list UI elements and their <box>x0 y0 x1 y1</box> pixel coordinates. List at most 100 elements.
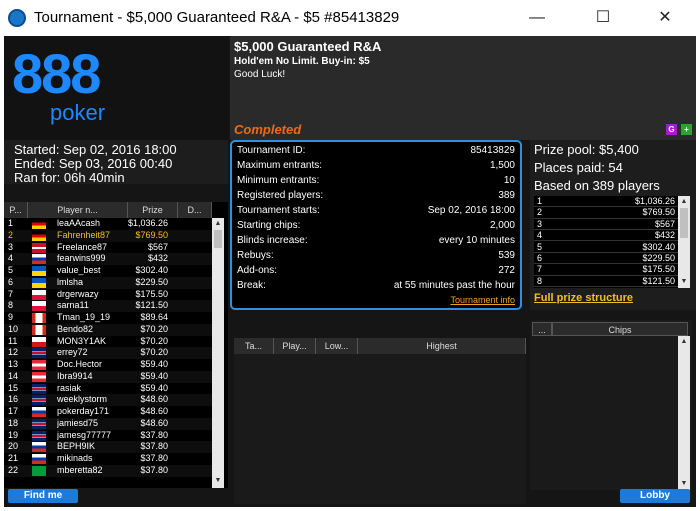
player-prize: $70.20 <box>140 335 168 346</box>
player-rank: 10 <box>8 323 19 334</box>
scroll-thumb[interactable] <box>214 230 222 248</box>
scroll-up-icon[interactable]: ▲ <box>680 198 688 206</box>
player-row[interactable]: 5 value_best $302.40 <box>4 265 212 277</box>
player-rank: 12 <box>8 347 19 358</box>
col-players[interactable]: Play... <box>274 338 316 354</box>
player-name: jamiesd75 <box>57 417 99 428</box>
player-row[interactable]: 11 MON3Y1AK $70.20 <box>4 336 212 348</box>
col-position[interactable]: P... <box>4 202 28 218</box>
player-prize: $37.80 <box>140 441 168 452</box>
player-row[interactable]: 12 errey72 $70.20 <box>4 347 212 359</box>
player-row[interactable]: 8 sarna11 $121.50 <box>4 300 212 312</box>
scroll-down-icon[interactable]: ▼ <box>680 480 688 488</box>
scroll-up-icon[interactable]: ▲ <box>680 338 688 346</box>
player-rank: 16 <box>8 394 19 405</box>
player-name: MON3Y1AK <box>57 335 107 346</box>
player-row[interactable]: 3 Freelance87 $567 <box>4 242 212 254</box>
ran-for: Ran for: 06h 40min <box>14 170 125 185</box>
scroll-thumb[interactable] <box>680 208 688 238</box>
player-name: Fahrenheit87 <box>57 229 111 240</box>
player-row[interactable]: 14 Ibra9914 $59.40 <box>4 370 212 383</box>
maximize-button[interactable]: ☐ <box>580 4 626 32</box>
status-completed: Completed <box>234 122 302 137</box>
col-player-name[interactable]: Player n... <box>28 202 128 218</box>
prize-amount: $175.50 <box>642 264 675 275</box>
country-flag-icon <box>32 277 46 288</box>
country-flag-icon <box>32 383 46 394</box>
player-row[interactable]: 1 leaAAcash $1,036.26 <box>4 218 212 230</box>
prize-row: 1 $1,036.26 <box>534 196 678 208</box>
country-flag-icon <box>32 395 46 406</box>
player-prize: $70.20 <box>140 323 168 334</box>
spade-app-icon <box>8 9 26 27</box>
info-label: Maximum entrants: <box>237 160 323 171</box>
info-row: Maximum entrants: 1,500 <box>237 160 515 174</box>
prize-row: 7 $175.50 <box>534 264 678 276</box>
minimize-button[interactable]: — <box>514 4 560 32</box>
prize-row: 3 $567 <box>534 219 678 231</box>
tournament-info-link[interactable]: Tournament info <box>450 295 515 305</box>
player-name: BEPH9IK <box>57 441 96 452</box>
player-row[interactable]: 4 fearwins999 $432 <box>4 253 212 265</box>
prize-scrollbar[interactable]: ▲ ▼ <box>678 196 690 288</box>
player-row[interactable]: 10 Bendo82 $70.20 <box>4 323 212 336</box>
country-flag-icon <box>32 336 46 347</box>
player-row[interactable]: 22 mberetta82 $37.80 <box>4 464 212 477</box>
full-prize-structure-link[interactable]: Full prize structure <box>534 292 633 304</box>
player-row[interactable]: 15 rasiak $59.40 <box>4 383 212 395</box>
player-rank: 5 <box>8 265 14 275</box>
info-label: Rebuys: <box>237 250 274 261</box>
col-chips[interactable]: Chips <box>552 322 688 336</box>
plus-button[interactable]: + <box>681 124 692 135</box>
player-row[interactable]: 19 jamesg77777 $37.80 <box>4 430 212 442</box>
player-name: mikinads <box>57 453 93 463</box>
scroll-down-icon[interactable]: ▼ <box>214 477 222 485</box>
close-button[interactable]: ✕ <box>642 4 688 32</box>
col-lowest[interactable]: Low... <box>316 338 358 354</box>
player-prize: $175.50 <box>135 288 168 299</box>
prize-row: 8 $121.50 <box>534 275 678 288</box>
prize-amount: $121.50 <box>642 275 675 286</box>
lobby-button[interactable]: Lobby <box>620 489 690 503</box>
player-rank: 13 <box>8 359 19 369</box>
country-flag-icon <box>32 348 46 359</box>
player-row[interactable]: 9 Tman_19_19 $89.64 <box>4 312 212 324</box>
chips-scrollbar[interactable]: ▲ ▼ <box>678 336 690 490</box>
col-d[interactable]: D... <box>178 202 212 218</box>
info-row: Break: at 55 minutes past the hour <box>237 280 515 294</box>
player-row[interactable]: 2 Fahrenheit87 $769.50 <box>4 229 212 242</box>
scroll-down-icon[interactable]: ▼ <box>680 278 688 286</box>
info-value: 272 <box>498 265 515 276</box>
player-row[interactable]: 21 mikinads $37.80 <box>4 453 212 465</box>
player-row[interactable]: 20 BEPH9IK $37.80 <box>4 441 212 453</box>
player-row[interactable]: 16 weeklystorm $48.60 <box>4 394 212 406</box>
col-table[interactable]: Ta... <box>234 338 274 354</box>
scroll-up-icon[interactable]: ▲ <box>214 220 222 228</box>
player-prize: $48.60 <box>140 417 168 428</box>
col-highest[interactable]: Highest <box>358 338 526 354</box>
player-prize: $70.20 <box>140 347 168 358</box>
player-prize: $48.60 <box>140 406 168 416</box>
player-row[interactable]: 17 pokerday171 $48.60 <box>4 406 212 418</box>
col-prize[interactable]: Prize <box>128 202 178 218</box>
info-value: at 55 minutes past the hour <box>393 280 515 291</box>
player-prize: $59.40 <box>140 382 168 393</box>
info-value: every 10 minutes <box>438 235 515 246</box>
find-me-button[interactable]: Find me <box>8 489 78 503</box>
player-rank: 21 <box>8 453 19 463</box>
g-button[interactable]: G <box>666 124 677 135</box>
player-row[interactable]: 7 drgerwazy $175.50 <box>4 289 212 301</box>
country-flag-icon <box>32 418 46 429</box>
player-row[interactable]: 13 Doc.Hector $59.40 <box>4 359 212 371</box>
player-row[interactable]: 6 lmlsha $229.50 <box>4 276 212 289</box>
country-flag-icon <box>32 266 46 276</box>
player-row[interactable]: 18 jamiesd75 $48.60 <box>4 417 212 430</box>
player-prize: $302.40 <box>135 265 168 275</box>
player-name: rasiak <box>57 382 82 393</box>
players-scrollbar[interactable]: ▲ ▼ <box>212 218 224 488</box>
country-flag-icon <box>32 430 46 441</box>
country-flag-icon <box>32 442 46 453</box>
info-row: Add-ons: 272 <box>237 265 515 279</box>
col-chips-player[interactable]: ... <box>532 322 552 336</box>
player-prize: $37.80 <box>140 429 168 440</box>
